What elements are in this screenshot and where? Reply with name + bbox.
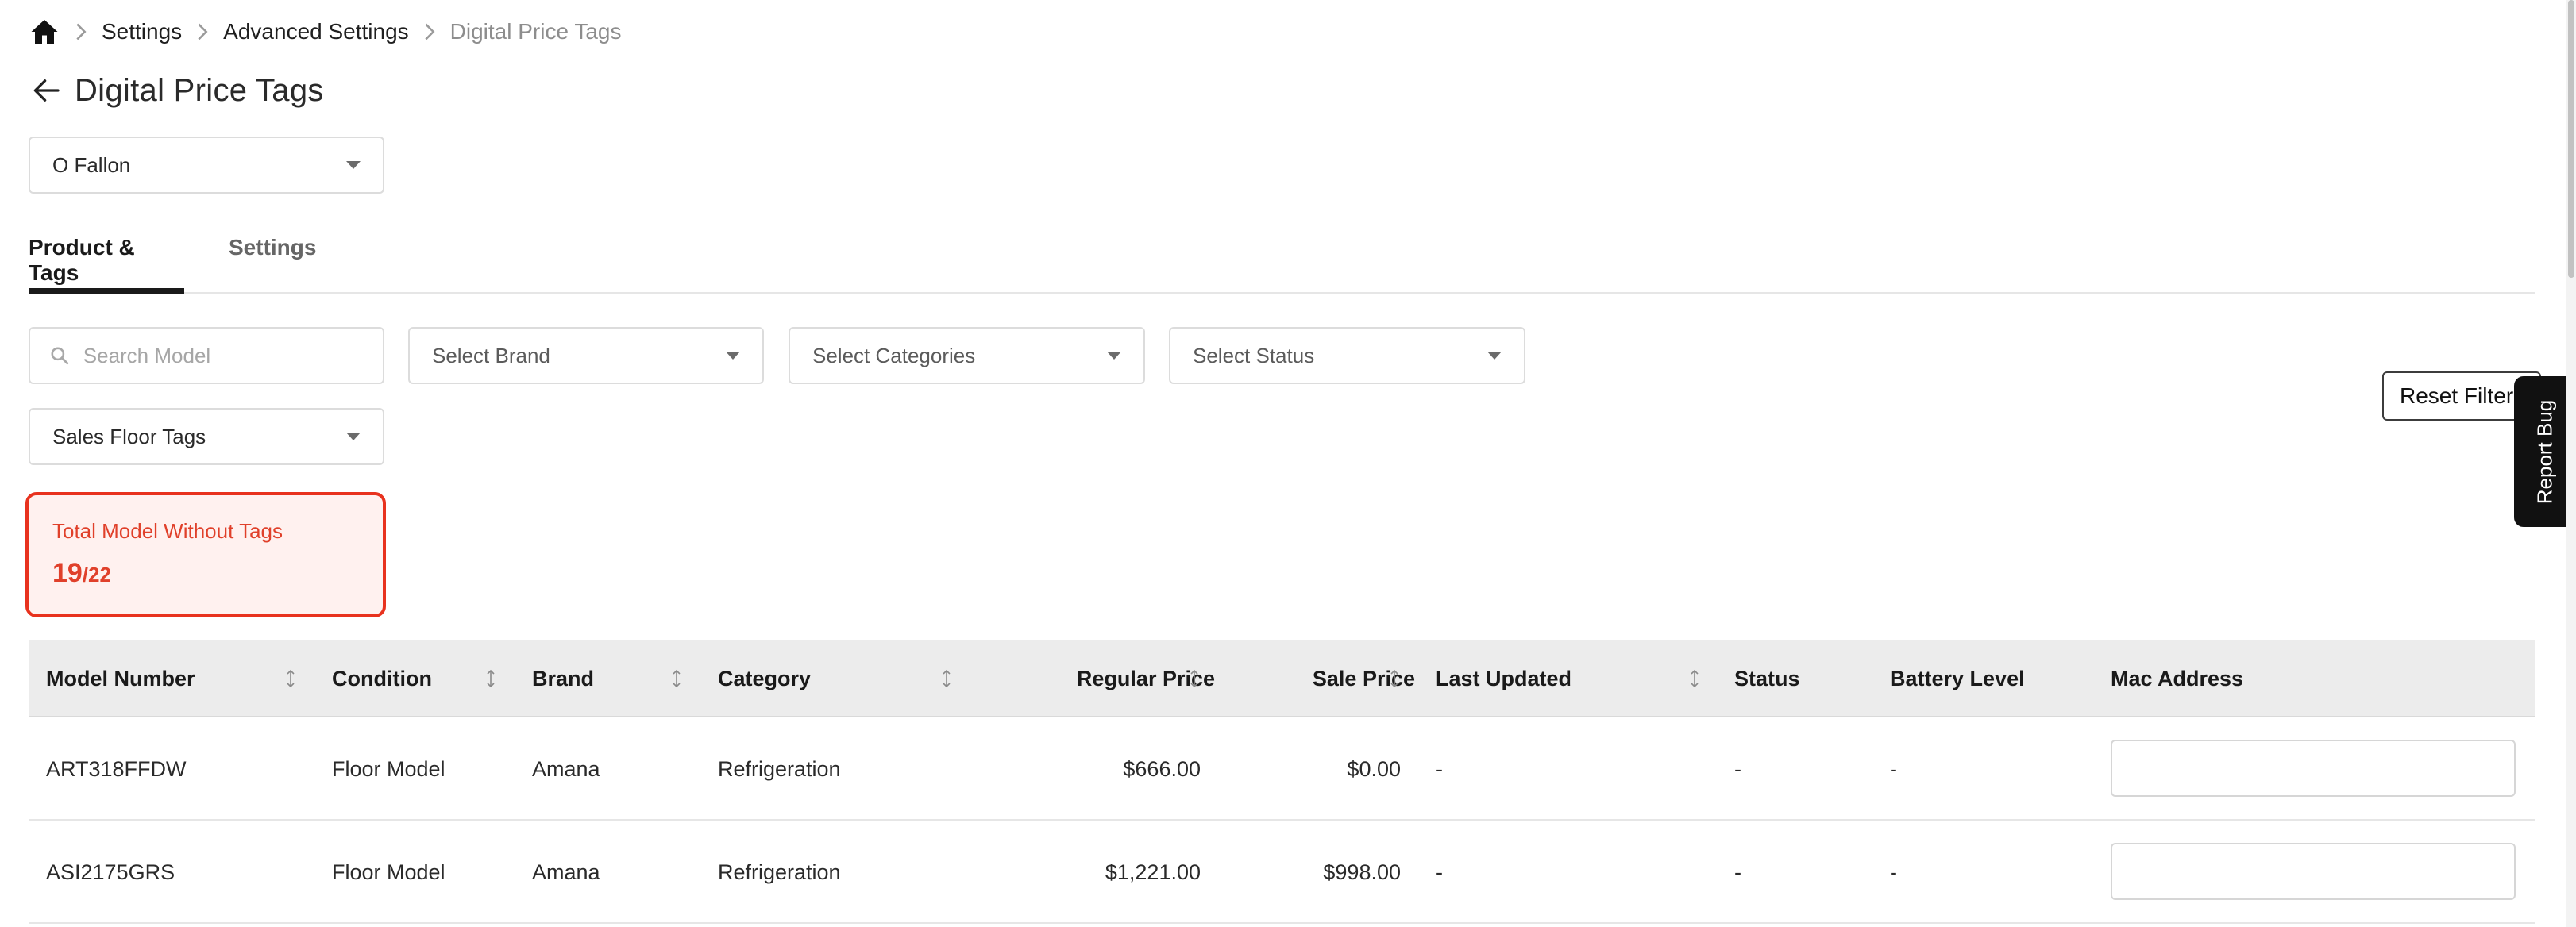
cell-model-number: ASI2175GRS — [46, 860, 175, 884]
categories-select[interactable]: Select Categories — [789, 327, 1145, 384]
summary-count-value: 19 — [52, 558, 83, 588]
summary-title: Total Model Without Tags — [52, 519, 283, 543]
cell-regular-price: $1,221.00 — [1105, 860, 1201, 884]
caret-down-icon — [1487, 352, 1502, 360]
tab-product-tags-label: Product & Tags — [29, 235, 135, 285]
col-category[interactable]: Category — [718, 640, 811, 717]
caret-down-icon — [346, 433, 361, 440]
breadcrumb-advanced-settings[interactable]: Advanced Settings — [223, 19, 409, 44]
sort-icon[interactable] — [1687, 640, 1703, 717]
location-select[interactable]: O Fallon — [29, 137, 384, 194]
categories-select-label: Select Categories — [812, 343, 976, 367]
cell-condition: Floor Model — [332, 860, 445, 884]
cell-last-updated: - — [1436, 756, 1443, 781]
tab-settings[interactable]: Settings — [229, 216, 316, 294]
cell-regular-price: $666.00 — [1123, 756, 1201, 781]
table-header: Model Number Condition Brand Category Re… — [29, 640, 2535, 717]
brand-select-label: Select Brand — [432, 343, 550, 367]
mac-address-input[interactable] — [2111, 740, 2516, 797]
col-condition[interactable]: Condition — [332, 640, 432, 717]
cell-sale-price: $998.00 — [1323, 860, 1401, 884]
home-icon[interactable] — [29, 16, 60, 48]
sort-icon[interactable] — [939, 640, 954, 717]
cell-condition: Floor Model — [332, 756, 445, 781]
scroll-thumb[interactable] — [2568, 0, 2574, 278]
table-row[interactable]: ART318FFDW Floor Model Amana Refrigerati… — [29, 717, 2535, 821]
col-brand[interactable]: Brand — [532, 640, 594, 717]
products-table: Model Number Condition Brand Category Re… — [29, 640, 2535, 924]
location-select-value: O Fallon — [52, 152, 131, 177]
cell-category: Refrigeration — [718, 860, 841, 884]
mac-address-input[interactable] — [2111, 843, 2516, 900]
cell-status: - — [1734, 756, 1741, 781]
tag-type-select-value: Sales Floor Tags — [52, 424, 206, 448]
table-row[interactable]: ASI2175GRS Floor Model Amana Refrigerati… — [29, 821, 2535, 924]
tab-settings-label: Settings — [229, 235, 317, 260]
cell-battery-level: - — [1890, 756, 1897, 781]
cell-sale-price: $0.00 — [1347, 756, 1401, 781]
status-select[interactable]: Select Status — [1169, 327, 1525, 384]
chevron-right-icon — [182, 23, 223, 40]
report-bug-label: Report Bug — [2532, 399, 2557, 504]
back-arrow-icon[interactable] — [29, 73, 64, 108]
col-status: Status — [1734, 666, 1800, 690]
cell-category: Refrigeration — [718, 756, 841, 781]
search-input[interactable] — [83, 343, 364, 368]
cell-status: - — [1734, 860, 1741, 884]
chevron-right-icon — [409, 23, 450, 40]
page-title: Digital Price Tags — [75, 72, 324, 108]
col-model-number[interactable]: Model Number — [46, 640, 195, 717]
tab-bar: Product & Tags Settings — [29, 216, 2535, 294]
col-mac-address: Mac Address — [2111, 666, 2244, 690]
status-select-label: Select Status — [1193, 343, 1315, 367]
sort-icon[interactable] — [1186, 640, 1202, 717]
cell-last-updated: - — [1436, 860, 1443, 884]
tag-type-select[interactable]: Sales Floor Tags — [29, 408, 384, 465]
breadcrumb-settings[interactable]: Settings — [102, 19, 182, 44]
tab-product-tags[interactable]: Product & Tags — [29, 216, 184, 294]
summary-count: 19/22 — [52, 558, 359, 589]
cell-brand: Amana — [532, 860, 600, 884]
cell-model-number: ART318FFDW — [46, 756, 187, 781]
sort-icon[interactable] — [1386, 640, 1402, 717]
sort-icon[interactable] — [483, 640, 499, 717]
models-without-tags-card: Total Model Without Tags 19/22 — [25, 492, 386, 617]
breadcrumb-current: Digital Price Tags — [449, 19, 622, 44]
search-icon — [49, 344, 71, 367]
cell-brand: Amana — [532, 756, 600, 781]
sort-icon[interactable] — [283, 640, 299, 717]
summary-count-total: /22 — [82, 563, 111, 587]
chevron-right-icon — [60, 23, 102, 40]
search-box — [29, 327, 384, 384]
caret-down-icon — [1107, 352, 1121, 360]
caret-down-icon — [726, 352, 740, 360]
title-row: Digital Price Tags — [29, 67, 324, 114]
col-regular-price[interactable]: Regular Price — [978, 640, 1215, 717]
brand-select[interactable]: Select Brand — [408, 327, 764, 384]
cell-battery-level: - — [1890, 860, 1897, 884]
breadcrumb: Settings Advanced Settings Digital Price… — [29, 14, 621, 49]
col-last-updated[interactable]: Last Updated — [1436, 640, 1571, 717]
caret-down-icon — [346, 161, 361, 169]
sort-icon[interactable] — [669, 640, 684, 717]
page-scrollbar[interactable] — [2566, 0, 2576, 927]
col-battery-level: Battery Level — [1890, 666, 2025, 690]
